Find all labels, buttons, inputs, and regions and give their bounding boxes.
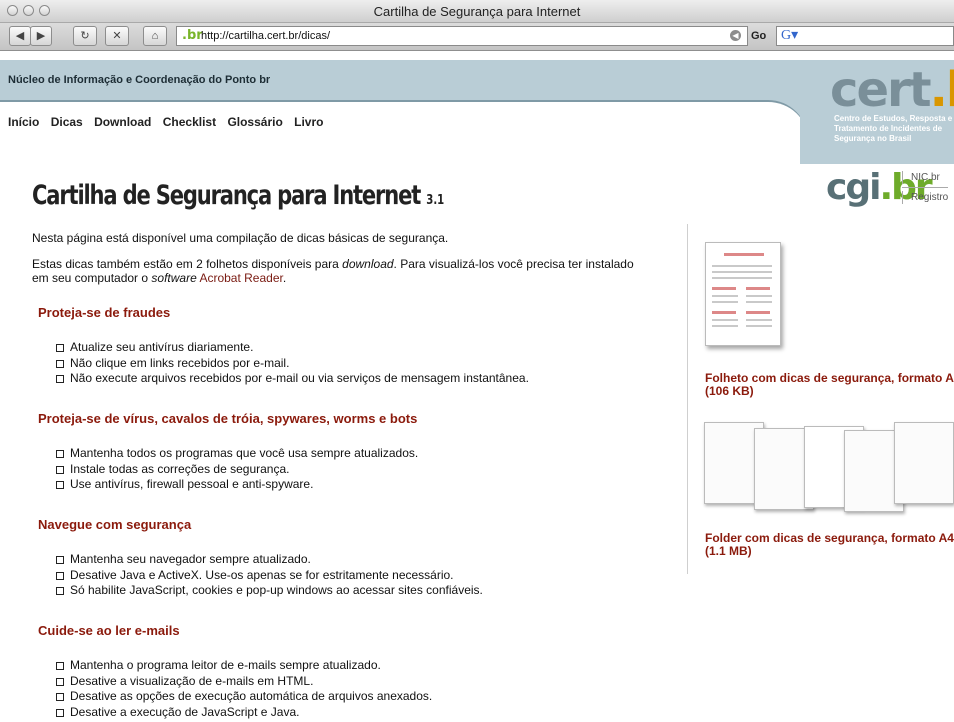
list-item: Desative a execução de JavaScript e Java… — [56, 705, 432, 721]
window-title: Cartilha de Segurança para Internet — [373, 4, 581, 19]
nav-download[interactable]: Download — [94, 115, 151, 129]
site-favicon-icon: .br — [182, 28, 203, 43]
sidebar-divider — [687, 224, 688, 574]
registro-link[interactable]: Registro — [902, 191, 948, 204]
browser-toolbar: ◀ ▶ ↻ ✕ ⌂ .br http://cartilha.cert.br/di… — [0, 23, 954, 51]
address-text: http://cartilha.cert.br/dicas/ — [201, 30, 330, 42]
section-title-navegue: Navegue com segurança — [38, 517, 192, 532]
list-emails: Mantenha o programa leitor de e-mails se… — [56, 658, 432, 720]
folder-thumbnail[interactable] — [704, 420, 954, 512]
acrobat-reader-link[interactable]: Acrobat Reader — [199, 271, 282, 285]
folheto-caption-link[interactable]: Folheto com dicas de segurança, formato … — [705, 372, 954, 398]
back-arrow-icon: ◀ — [15, 30, 25, 42]
nic-br-links: NIC.br Registro — [902, 171, 949, 204]
forward-arrow-icon: ▶ — [36, 30, 46, 42]
org-name: Núcleo de Informação e Coordenação do Po… — [8, 74, 271, 86]
go-button[interactable]: Go — [751, 30, 766, 42]
stop-button[interactable]: ✕ — [105, 26, 129, 46]
address-bar[interactable]: .br http://cartilha.cert.br/dicas/ ◀ — [176, 26, 748, 46]
nav-glossario[interactable]: Glossário — [227, 115, 282, 129]
list-item: Só habilite JavaScript, cookies e pop-up… — [56, 583, 483, 599]
home-icon: ⌂ — [151, 30, 159, 42]
snapback-icon[interactable]: ◀ — [730, 30, 741, 41]
list-item: Use antivírus, firewall pessoal e anti-s… — [56, 477, 418, 493]
section-title-emails: Cuide-se ao ler e-mails — [38, 623, 180, 638]
google-search-field[interactable]: G▾ — [776, 26, 954, 46]
nic-br-link[interactable]: NIC.br — [902, 171, 948, 184]
list-item: Mantenha seu navegador sempre atualizado… — [56, 552, 483, 568]
main-nav: Início Dicas Download Checklist Glossári… — [8, 115, 331, 129]
nav-inicio[interactable]: Início — [8, 115, 39, 129]
list-item: Desative as opções de execução automátic… — [56, 689, 432, 705]
intro-text: Nesta página está disponível uma compila… — [32, 231, 449, 245]
home-button[interactable]: ⌂ — [143, 26, 167, 46]
cert-subtitle: Centro de Estudos, Resposta e Tratamento… — [834, 114, 953, 143]
nav-checklist[interactable]: Checklist — [163, 115, 216, 129]
page-title: Cartilha de Segurança para Internet 3.1 — [32, 180, 445, 211]
reload-button[interactable]: ↻ — [73, 26, 97, 46]
nav-livro[interactable]: Livro — [294, 115, 323, 129]
forward-button[interactable]: ▶ — [30, 26, 52, 46]
list-fraudes: Atualize seu antivírus diariamente. Não … — [56, 340, 529, 387]
folder-caption-link[interactable]: Folder com dicas de segurança, formato A… — [705, 532, 954, 558]
list-item: Não execute arquivos recebidos por e-mai… — [56, 371, 529, 387]
list-item: Desative Java e ActiveX. Use-os apenas s… — [56, 568, 483, 584]
google-icon: G▾ — [781, 28, 799, 43]
list-item: Não clique em links recebidos por e-mail… — [56, 356, 529, 372]
cert-br-logo[interactable]: cert.br — [830, 60, 954, 120]
list-item: Mantenha o programa leitor de e-mails se… — [56, 658, 432, 674]
section-title-virus: Proteja-se de vírus, cavalos de tróia, s… — [38, 411, 418, 426]
intro-text-2: Estas dicas também estão em 2 folhetos d… — [32, 257, 634, 285]
folheto-thumbnail[interactable] — [705, 242, 781, 346]
nav-dicas[interactable]: Dicas — [51, 115, 83, 129]
version-label: 3.1 — [426, 193, 445, 208]
list-item: Desative a visualização de e-mails em HT… — [56, 674, 432, 690]
reload-icon: ↻ — [80, 30, 90, 42]
list-item: Instale todas as correções de segurança. — [56, 462, 418, 478]
list-item: Atualize seu antivírus diariamente. — [56, 340, 529, 356]
list-navegue: Mantenha seu navegador sempre atualizado… — [56, 552, 483, 599]
stop-icon: ✕ — [112, 30, 122, 42]
back-button[interactable]: ◀ — [9, 26, 31, 46]
list-item: Mantenha todos os programas que você usa… — [56, 446, 418, 462]
section-title-fraudes: Proteja-se de fraudes — [38, 305, 171, 320]
window-titlebar: Cartilha de Segurança para Internet — [0, 0, 954, 23]
list-virus: Mantenha todos os programas que você usa… — [56, 446, 418, 493]
